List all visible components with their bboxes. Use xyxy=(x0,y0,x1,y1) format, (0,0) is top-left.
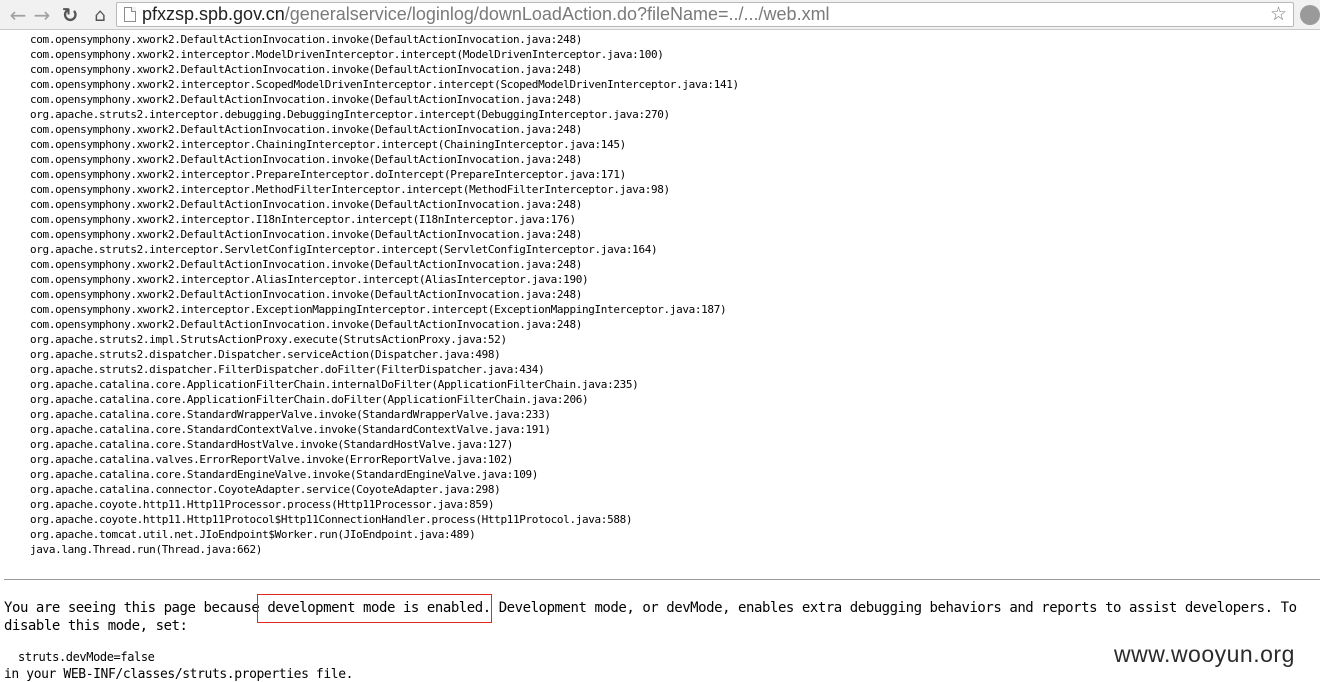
stack-trace-line: com.opensymphony.xwork2.interceptor.Exce… xyxy=(30,303,727,316)
stack-trace-line: com.opensymphony.xwork2.interceptor.I18n… xyxy=(30,213,576,226)
stack-trace-line: org.apache.coyote.http11.Http11Processor… xyxy=(30,498,495,511)
stack-trace-line: com.opensymphony.xwork2.interceptor.Chai… xyxy=(30,138,626,151)
stack-trace-line: org.apache.catalina.core.StandardContext… xyxy=(30,423,551,436)
stack-trace-line: org.apache.catalina.core.StandardWrapper… xyxy=(30,408,551,421)
devmode-footer: in your WEB-INF/classes/struts.propertie… xyxy=(4,667,354,682)
browser-toolbar: ← → ↻ ⌂ pfxzsp.spb.gov.cn/generalservice… xyxy=(0,0,1320,30)
stack-trace-line: org.apache.catalina.valves.ErrorReportVa… xyxy=(30,453,513,466)
divider xyxy=(4,579,1320,580)
stack-trace-line: org.apache.struts2.interceptor.ServletCo… xyxy=(30,243,658,256)
stack-trace-line: com.opensymphony.xwork2.interceptor.Prep… xyxy=(30,168,626,181)
reload-icon[interactable]: ↻ xyxy=(58,3,82,27)
stack-trace-line: org.apache.tomcat.util.net.JIoEndpoint$W… xyxy=(30,528,476,541)
stack-trace-line: com.opensymphony.xwork2.DefaultActionInv… xyxy=(30,288,582,301)
stack-trace-line: com.opensymphony.xwork2.interceptor.Meth… xyxy=(30,183,670,196)
back-arrow-icon[interactable]: ← xyxy=(6,3,30,27)
address-bar[interactable]: pfxzsp.spb.gov.cn/generalservice/loginlo… xyxy=(116,2,1294,27)
home-icon[interactable]: ⌂ xyxy=(88,3,112,27)
stack-trace-line: org.apache.struts2.dispatcher.FilterDisp… xyxy=(30,363,545,376)
stack-trace-line: org.apache.coyote.http11.Http11Protocol$… xyxy=(30,513,633,526)
highlight-annotation-box xyxy=(257,594,492,623)
stack-trace-line: com.opensymphony.xwork2.interceptor.Mode… xyxy=(30,48,664,61)
url-path: /generalservice/loginlog/downLoadAction.… xyxy=(284,4,830,24)
bookmark-star-icon[interactable]: ☆ xyxy=(1270,3,1287,25)
page-icon xyxy=(124,7,136,22)
forward-arrow-icon[interactable]: → xyxy=(30,3,54,27)
stack-trace-line: com.opensymphony.xwork2.interceptor.Scop… xyxy=(30,78,739,91)
stack-trace-line: com.opensymphony.xwork2.DefaultActionInv… xyxy=(30,153,582,166)
stack-trace: com.opensymphony.xwork2.DefaultActionInv… xyxy=(30,32,739,557)
stack-trace-line: com.opensymphony.xwork2.DefaultActionInv… xyxy=(30,228,582,241)
stack-trace-line: com.opensymphony.xwork2.DefaultActionInv… xyxy=(30,318,582,331)
notice-before: You are seeing this page because xyxy=(4,600,268,616)
stack-trace-line: org.apache.catalina.core.StandardEngineV… xyxy=(30,468,539,481)
stack-trace-line: com.opensymphony.xwork2.DefaultActionInv… xyxy=(30,93,582,106)
stack-trace-line: org.apache.catalina.core.StandardHostVal… xyxy=(30,438,513,451)
stack-trace-line: com.opensymphony.xwork2.DefaultActionInv… xyxy=(30,258,582,271)
stack-trace-line: org.apache.catalina.core.ApplicationFilt… xyxy=(30,393,589,406)
url-host: pfxzsp.spb.gov.cn xyxy=(142,4,285,24)
stack-trace-line: java.lang.Thread.run(Thread.java:662) xyxy=(30,543,263,556)
devmode-notice: You are seeing this page because develop… xyxy=(4,599,1314,635)
stack-trace-line: org.apache.struts2.impl.StrutsActionProx… xyxy=(30,333,507,346)
devmode-setting: struts.devMode=false xyxy=(18,650,155,664)
stack-trace-line: com.opensymphony.xwork2.DefaultActionInv… xyxy=(30,198,582,211)
browser-menu-icon[interactable] xyxy=(1300,5,1320,25)
stack-trace-line: org.apache.struts2.interceptor.debugging… xyxy=(30,108,670,121)
stack-trace-line: org.apache.catalina.connector.CoyoteAdap… xyxy=(30,483,501,496)
stack-trace-line: org.apache.catalina.core.ApplicationFilt… xyxy=(30,378,639,391)
stack-trace-line: com.opensymphony.xwork2.DefaultActionInv… xyxy=(30,123,582,136)
stack-trace-line: com.opensymphony.xwork2.DefaultActionInv… xyxy=(30,33,582,46)
stack-trace-line: com.opensymphony.xwork2.DefaultActionInv… xyxy=(30,63,582,76)
stack-trace-line: com.opensymphony.xwork2.interceptor.Alia… xyxy=(30,273,589,286)
stack-trace-line: org.apache.struts2.dispatcher.Dispatcher… xyxy=(30,348,501,361)
watermark: www.wooyun.org xyxy=(1114,641,1295,667)
